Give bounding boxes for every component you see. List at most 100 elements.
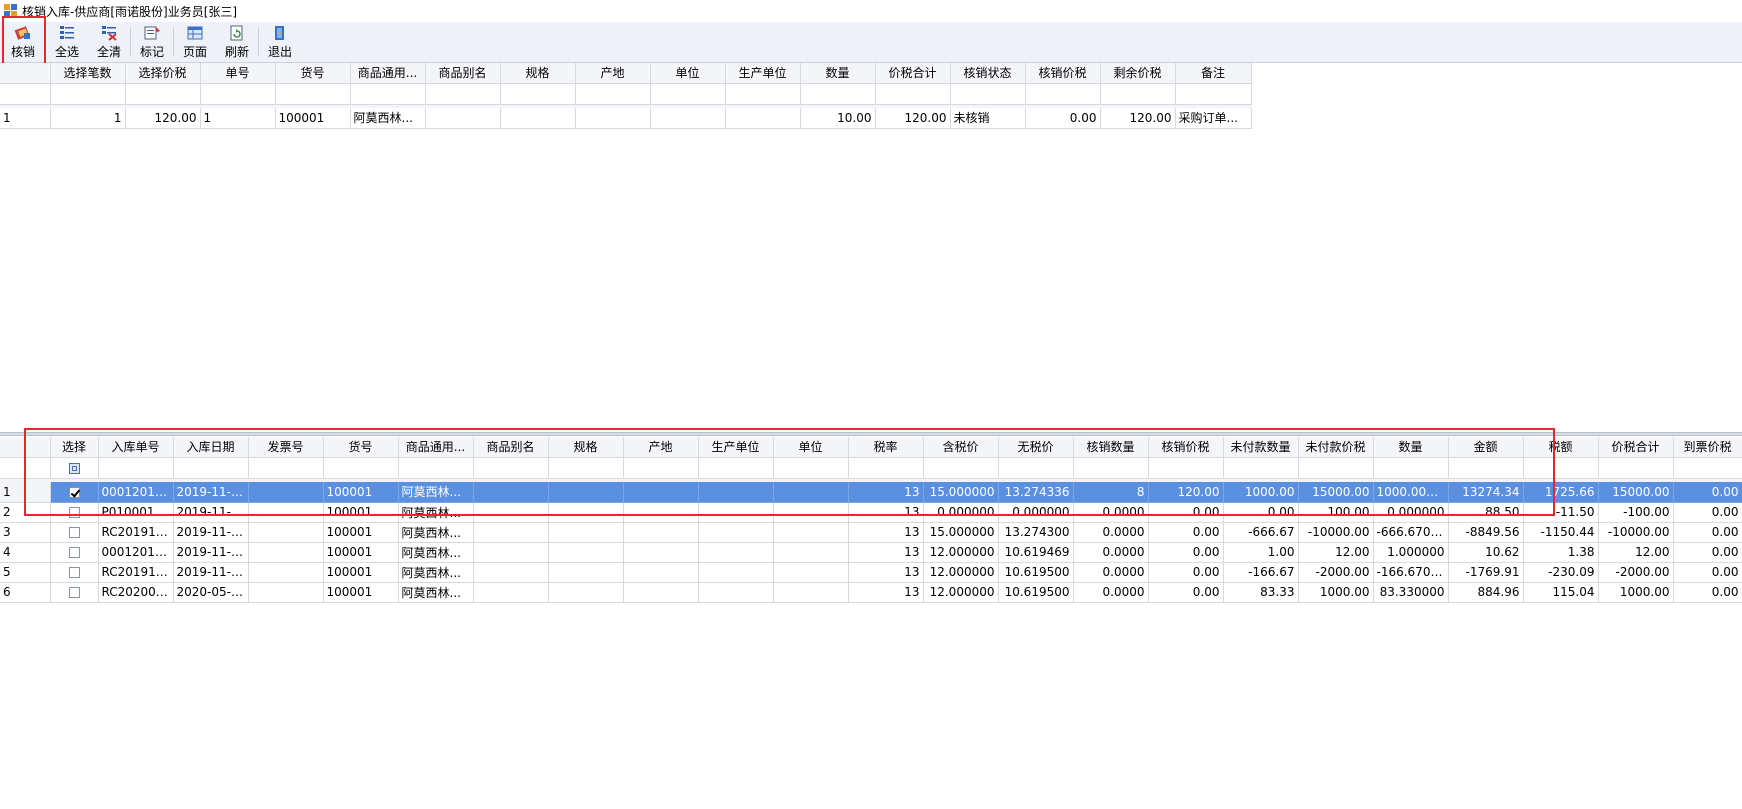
- cell-unit[interactable]: [650, 108, 726, 129]
- cell-writeoff-amount[interactable]: 0.00: [1148, 522, 1224, 543]
- cell-receipt-no[interactable]: 00012019...: [98, 542, 174, 563]
- filter-cell[interactable]: [1025, 83, 1101, 105]
- column-header[interactable]: 价税合计: [875, 63, 951, 84]
- select-checkbox[interactable]: [68, 587, 80, 598]
- cell-receipt-no[interactable]: P0100012...: [98, 502, 174, 523]
- cell-tax-rate[interactable]: 13: [848, 542, 924, 563]
- cell-total[interactable]: 15000.00: [1598, 482, 1674, 503]
- cell-spec[interactable]: [548, 562, 624, 583]
- column-header[interactable]: 商品别名: [473, 437, 549, 458]
- cell-receipt-date[interactable]: 2019-11-26: [173, 482, 249, 503]
- cell-total[interactable]: 12.00: [1598, 542, 1674, 563]
- cell-origin[interactable]: [623, 542, 699, 563]
- filter-cell[interactable]: [1598, 457, 1674, 479]
- cell-unpaid-qty[interactable]: -666.67: [1223, 522, 1299, 543]
- cell-amount[interactable]: 88.50: [1448, 502, 1524, 523]
- cell-tax-rate[interactable]: 13: [848, 502, 924, 523]
- cell-tax[interactable]: 1725.66: [1523, 482, 1599, 503]
- cell-writeoff-amount[interactable]: 0.00: [1025, 108, 1101, 129]
- cell-quantity[interactable]: 1000.000...: [1373, 482, 1449, 503]
- cell-quantity[interactable]: 83.330000: [1373, 582, 1449, 603]
- cell-unit[interactable]: [773, 522, 849, 543]
- select-checkbox[interactable]: [68, 507, 80, 518]
- cell-generic-name[interactable]: 阿莫西林...: [350, 108, 426, 129]
- cell-price-with-tax[interactable]: 12.000000: [923, 562, 999, 583]
- table-row[interactable]: 1 1 120.00 1 100001 阿莫西林... 10.00 120.00…: [0, 108, 1252, 129]
- select-cell[interactable]: [50, 482, 99, 503]
- select-checkbox[interactable]: [68, 527, 80, 538]
- cell-manufacturer[interactable]: [698, 482, 774, 503]
- cell-unpaid-qty[interactable]: 1.00: [1223, 542, 1299, 563]
- cell-unit[interactable]: [773, 502, 849, 523]
- filter-cell[interactable]: [350, 83, 426, 105]
- filter-cell[interactable]: [1673, 457, 1742, 479]
- cell-manufacturer[interactable]: [725, 108, 801, 129]
- filter-cell[interactable]: [473, 457, 549, 479]
- cell-status[interactable]: 未核销: [950, 108, 1026, 129]
- cell-spec[interactable]: [548, 522, 624, 543]
- cell-unit[interactable]: [773, 582, 849, 603]
- cell-invoiced-amount[interactable]: 0.00: [1673, 582, 1742, 603]
- cell-tax[interactable]: -11.50: [1523, 502, 1599, 523]
- cell-generic-name[interactable]: 阿莫西林...: [398, 482, 474, 503]
- filter-cell[interactable]: [500, 83, 576, 105]
- filter-cell[interactable]: [848, 457, 924, 479]
- filter-cell[interactable]: [1523, 457, 1599, 479]
- cell-writeoff-amount[interactable]: 0.00: [1148, 582, 1224, 603]
- cell-invoiced-amount[interactable]: 0.00: [1673, 482, 1742, 503]
- cell-unpaid-amount[interactable]: 15000.00: [1298, 482, 1374, 503]
- select-cell[interactable]: [50, 522, 99, 543]
- filter-cell[interactable]: [125, 83, 201, 105]
- cell-price-without-tax[interactable]: 13.274300: [998, 522, 1074, 543]
- column-header[interactable]: 选择价税: [125, 63, 201, 84]
- column-header[interactable]: 未付款价税: [1298, 437, 1374, 458]
- filter-cell[interactable]: [575, 83, 651, 105]
- cell-quantity[interactable]: 10.00: [800, 108, 876, 129]
- column-header[interactable]: 生产单位: [725, 63, 801, 84]
- cell-item-no[interactable]: 100001: [323, 582, 399, 603]
- column-header[interactable]: 规格: [500, 63, 576, 84]
- table-row[interactable]: 6 RC202005... 2020-05-07 100001 阿莫西林... 13 12.…: [0, 582, 1742, 603]
- cell-writeoff-amount[interactable]: 0.00: [1148, 542, 1224, 563]
- cell-receipt-no[interactable]: 00012019...: [98, 482, 174, 503]
- filter-cell[interactable]: [650, 83, 726, 105]
- cell-price-with-tax[interactable]: 15.000000: [923, 482, 999, 503]
- column-header[interactable]: 商品通用...: [350, 63, 426, 84]
- filter-cell[interactable]: [1073, 457, 1149, 479]
- column-header[interactable]: 数量: [1373, 437, 1449, 458]
- cell-invoice-no[interactable]: [248, 542, 324, 563]
- column-header[interactable]: 金额: [1448, 437, 1524, 458]
- cell-tax[interactable]: -230.09: [1523, 562, 1599, 583]
- column-header[interactable]: 剩余价税: [1100, 63, 1176, 84]
- cell-spec[interactable]: [500, 108, 576, 129]
- refresh-button[interactable]: 刷新: [216, 22, 258, 62]
- cell-item-no[interactable]: 100001: [323, 542, 399, 563]
- cell-manufacturer[interactable]: [698, 522, 774, 543]
- filter-cell[interactable]: [425, 83, 501, 105]
- cell-alias[interactable]: [473, 482, 549, 503]
- filter-cell[interactable]: [548, 457, 624, 479]
- column-header[interactable]: 产地: [623, 437, 699, 458]
- cell-receipt-date[interactable]: 2019-11-27: [173, 502, 249, 523]
- select-cell[interactable]: [50, 582, 99, 603]
- cell-item-no[interactable]: 100001: [323, 562, 399, 583]
- cell-manufacturer[interactable]: [698, 542, 774, 563]
- cell-writeoff-qty[interactable]: 0.0000: [1073, 582, 1149, 603]
- cell-amount[interactable]: 10.62: [1448, 542, 1524, 563]
- cell-unpaid-qty[interactable]: 0.00: [1223, 502, 1299, 523]
- panel-splitter[interactable]: [0, 432, 1742, 436]
- cell-unpaid-amount[interactable]: -10000.00: [1298, 522, 1374, 543]
- cell-generic-name[interactable]: 阿莫西林...: [398, 502, 474, 523]
- select-checkbox[interactable]: [68, 486, 80, 498]
- cell-spec[interactable]: [548, 542, 624, 563]
- column-header[interactable]: 核销状态: [950, 63, 1026, 84]
- column-header[interactable]: 入库单号: [98, 437, 174, 458]
- cell-select-count[interactable]: 1: [50, 108, 126, 129]
- select-cell[interactable]: [50, 542, 99, 563]
- column-header[interactable]: 选择笔数: [50, 63, 126, 84]
- cell-unit[interactable]: [773, 482, 849, 503]
- cell-receipt-date[interactable]: 2019-11-29: [173, 542, 249, 563]
- cell-invoiced-amount[interactable]: 0.00: [1673, 522, 1742, 543]
- cell-unpaid-qty[interactable]: 83.33: [1223, 582, 1299, 603]
- cell-quantity[interactable]: 1.000000: [1373, 542, 1449, 563]
